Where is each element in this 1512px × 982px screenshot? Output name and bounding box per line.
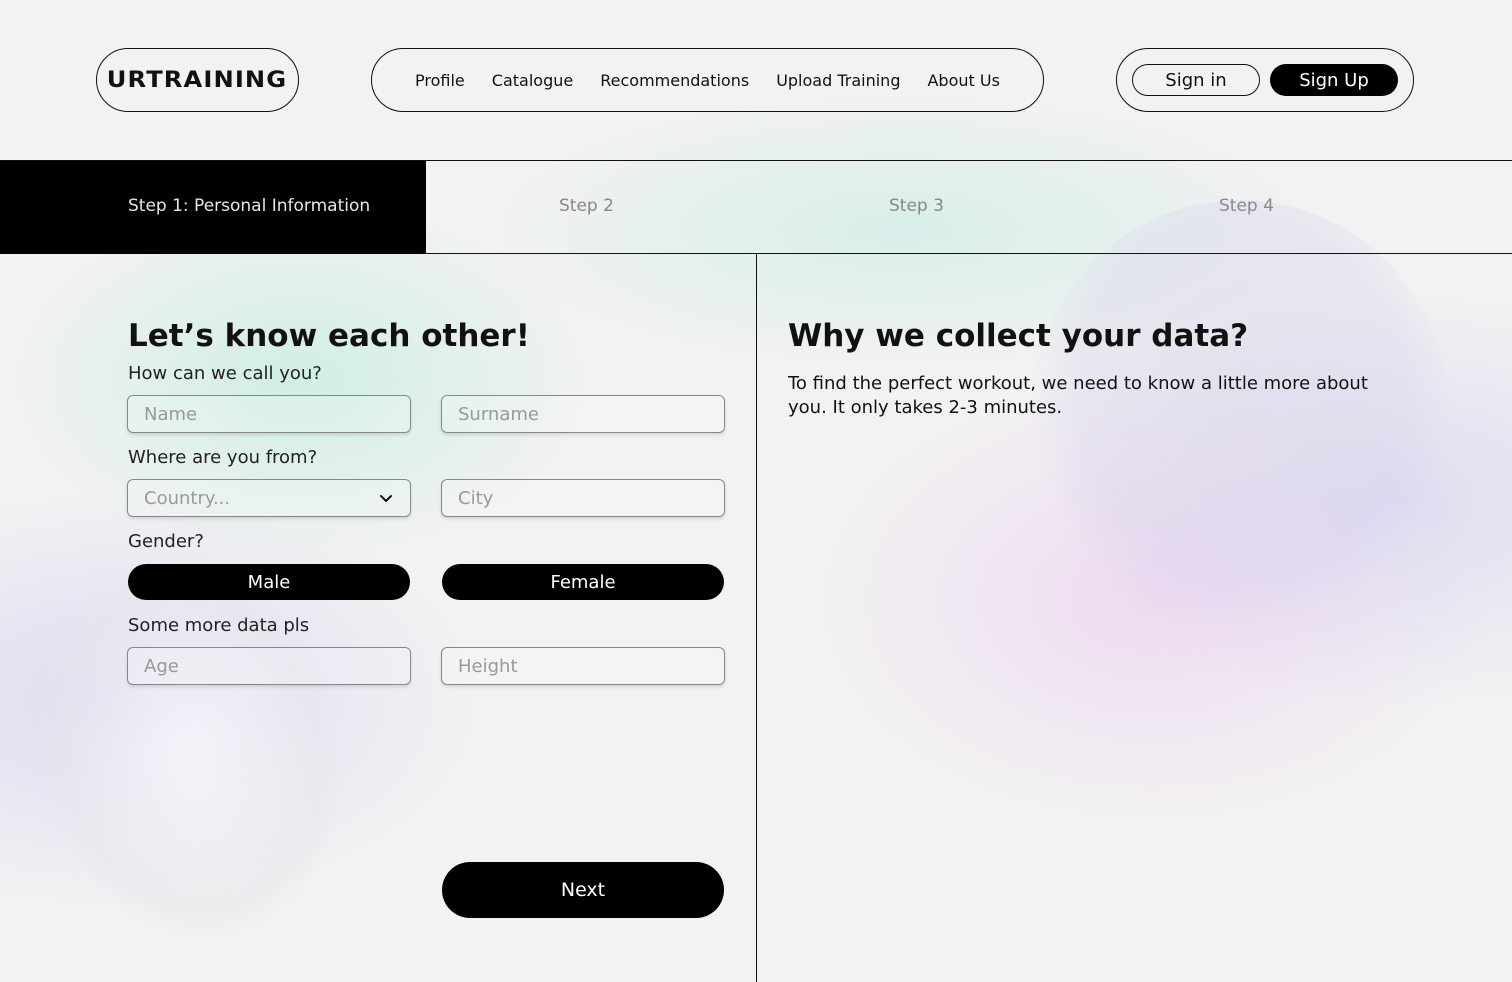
gender-female-button[interactable]: Female [442,564,724,600]
nav-catalogue[interactable]: Catalogue [492,71,573,90]
step-3-tab[interactable]: Step 3 [889,196,944,216]
auth-group: Sign in Sign Up [1116,48,1414,112]
city-input[interactable] [441,479,725,517]
country-select[interactable]: Country... [127,479,411,517]
name-input[interactable] [127,395,411,433]
gender-male-button[interactable]: Male [128,564,410,600]
step-1-tab[interactable]: Step 1: Personal Information [128,196,370,216]
nav-recommendations[interactable]: Recommendations [600,71,749,90]
info-description: To find the perfect workout, we need to … [788,373,1368,418]
panel-divider [756,254,757,982]
nav-about-us[interactable]: About Us [927,71,999,90]
logo[interactable]: URTRAINING [96,48,299,112]
surname-input[interactable] [441,395,725,433]
step-4-tab[interactable]: Step 4 [1219,196,1274,216]
age-input[interactable] [127,647,411,685]
sign-in-button[interactable]: Sign in [1132,64,1260,96]
gender-question-label: Gender? [128,531,204,552]
sign-up-button[interactable]: Sign Up [1270,64,1398,96]
main-nav: Profile Catalogue Recommendations Upload… [371,48,1044,112]
country-select-placeholder: Country... [144,487,231,509]
nav-profile[interactable]: Profile [415,71,465,90]
name-question-label: How can we call you? [128,363,322,384]
height-input[interactable] [441,647,725,685]
form-title: Let’s know each other! [128,318,530,354]
step-2-tab[interactable]: Step 2 [559,196,614,216]
info-title: Why we collect your data? [788,318,1249,354]
step-progress-bar: Step 1: Personal Information Step 2 Step… [0,160,1512,254]
logo-text: URTRAINING [107,67,288,93]
header: URTRAINING Profile Catalogue Recommendat… [0,0,1512,160]
more-data-question-label: Some more data pls [128,615,310,636]
nav-upload-training[interactable]: Upload Training [776,71,900,90]
chevron-down-icon [380,495,392,502]
next-button[interactable]: Next [442,862,724,918]
origin-question-label: Where are you from? [128,447,318,468]
